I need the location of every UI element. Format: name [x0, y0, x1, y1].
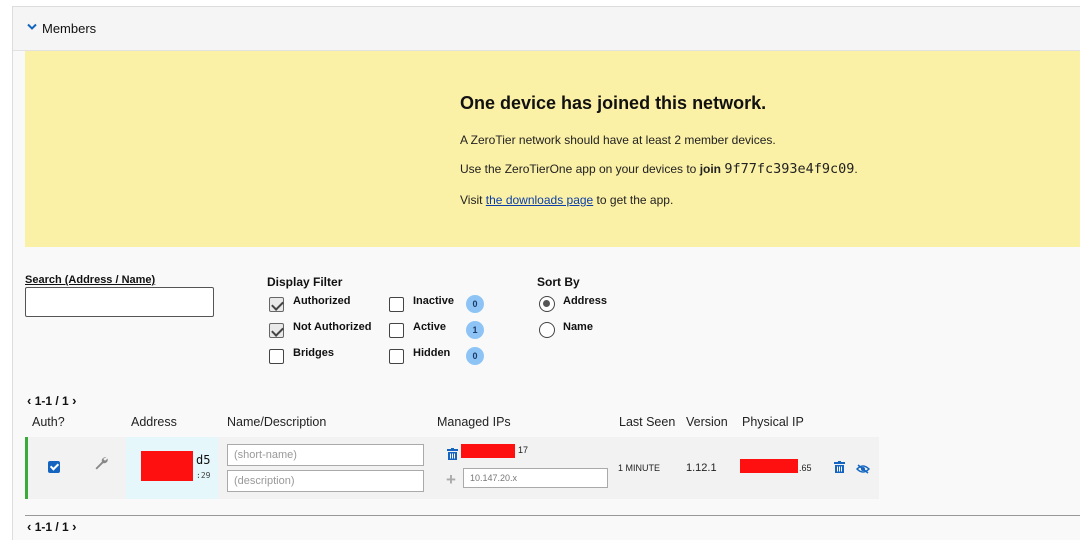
short-name-input[interactable]: (short-name): [227, 444, 424, 466]
header-version: Version: [686, 415, 728, 429]
pager-top: ‹ 1-1 / 1 ›: [27, 393, 76, 408]
managed-ip-suffix: 17: [518, 445, 529, 455]
sort-address-label: Address: [563, 295, 608, 307]
filter-authorized-checkbox[interactable]: [269, 297, 284, 312]
network-id: 9f77fc393e4f9c09: [724, 161, 855, 177]
filter-inactive-label: Inactive: [413, 295, 454, 307]
filter-inactive-checkbox[interactable]: [389, 297, 404, 312]
filter-bridges-label: Bridges: [293, 347, 334, 359]
pager-bottom: ‹ 1-1 / 1 ›: [27, 519, 76, 534]
sort-name-radio[interactable]: [539, 322, 555, 338]
members-panel: Members One device has joined this netwo…: [12, 6, 1080, 540]
address-cell: d5 :29: [126, 437, 218, 499]
filter-authorized-label: Authorized: [293, 295, 351, 307]
redacted-managed-ip: [461, 444, 515, 458]
filter-active-label: Active: [413, 321, 447, 333]
address-suffix: d5: [196, 453, 211, 467]
join-banner: One device has joined this network. A Ze…: [25, 51, 1080, 247]
display-filter-title: Display Filter: [267, 275, 343, 289]
plus-icon[interactable]: +: [446, 471, 456, 488]
active-count-badge: 1: [466, 321, 484, 339]
members-section-header[interactable]: Members: [13, 7, 1080, 51]
redacted-physical-ip: [740, 459, 798, 473]
filter-not-authorized-checkbox[interactable]: [269, 323, 284, 338]
banner-line-3-suffix: to get the app.: [593, 193, 674, 207]
trash-icon[interactable]: [834, 460, 845, 478]
filter-not-authorized-label: Not Authorized: [293, 321, 372, 333]
eye-off-icon[interactable]: [855, 461, 871, 479]
header-physical-ip: Physical IP: [742, 415, 804, 429]
chevron-right-icon[interactable]: ›: [72, 393, 76, 408]
table-divider: [25, 515, 1080, 516]
chevron-right-icon[interactable]: ›: [72, 519, 76, 534]
search-label: Search (Address / Name): [25, 274, 156, 286]
chevron-left-icon[interactable]: ‹: [27, 393, 31, 408]
banner-line-2-suffix: .: [854, 162, 858, 176]
filter-bridges-checkbox[interactable]: [269, 349, 284, 364]
filter-hidden-label: Hidden: [413, 347, 451, 359]
new-managed-ip-input[interactable]: 10.147.20.x: [463, 468, 608, 488]
trash-icon[interactable]: [447, 447, 458, 465]
chevron-left-icon[interactable]: ‹: [27, 519, 31, 534]
header-managed-ips: Managed IPs: [437, 415, 511, 429]
banner-line-3: Visit the downloads page to get the app.: [460, 193, 673, 207]
description-input[interactable]: (description): [227, 470, 424, 492]
header-address: Address: [131, 415, 177, 429]
header-auth: Auth?: [32, 415, 65, 429]
authorize-checkbox[interactable]: [48, 461, 60, 473]
banner-line-2-prefix: Use the ZeroTierOne app on your devices …: [460, 162, 700, 176]
filter-hidden-checkbox[interactable]: [389, 349, 404, 364]
inactive-count-badge: 0: [466, 295, 484, 313]
pager-top-label: 1-1 / 1: [34, 394, 69, 408]
banner-line-3-prefix: Visit: [460, 193, 486, 207]
chevron-down-icon[interactable]: [27, 22, 37, 34]
search-input[interactable]: [25, 287, 214, 317]
sort-by-title: Sort By: [537, 275, 580, 289]
pager-bottom-label: 1-1 / 1: [34, 520, 69, 534]
header-name-description: Name/Description: [227, 415, 327, 429]
address-sub: :29: [196, 471, 211, 480]
hidden-count-badge: 0: [466, 347, 484, 365]
section-title: Members: [42, 21, 97, 36]
banner-line-1: A ZeroTier network should have at least …: [460, 133, 776, 147]
wrench-icon[interactable]: [93, 455, 109, 476]
join-word: join: [699, 162, 722, 176]
sort-address-radio[interactable]: [539, 296, 555, 312]
physical-ip-suffix: .65: [799, 463, 812, 473]
header-last-seen: Last Seen: [619, 415, 676, 429]
downloads-link[interactable]: the downloads page: [486, 193, 593, 207]
banner-heading: One device has joined this network.: [460, 93, 767, 113]
table-row: d5 :29 (short-name) (description) 17 + 1…: [25, 437, 879, 499]
filter-active-checkbox[interactable]: [389, 323, 404, 338]
redacted-address: [141, 451, 193, 481]
banner-line-2: Use the ZeroTierOne app on your devices …: [460, 161, 858, 177]
last-seen-value: 1 MINUTE: [618, 463, 661, 473]
sort-name-label: Name: [563, 321, 593, 333]
version-value: 1.12.1: [686, 462, 717, 474]
